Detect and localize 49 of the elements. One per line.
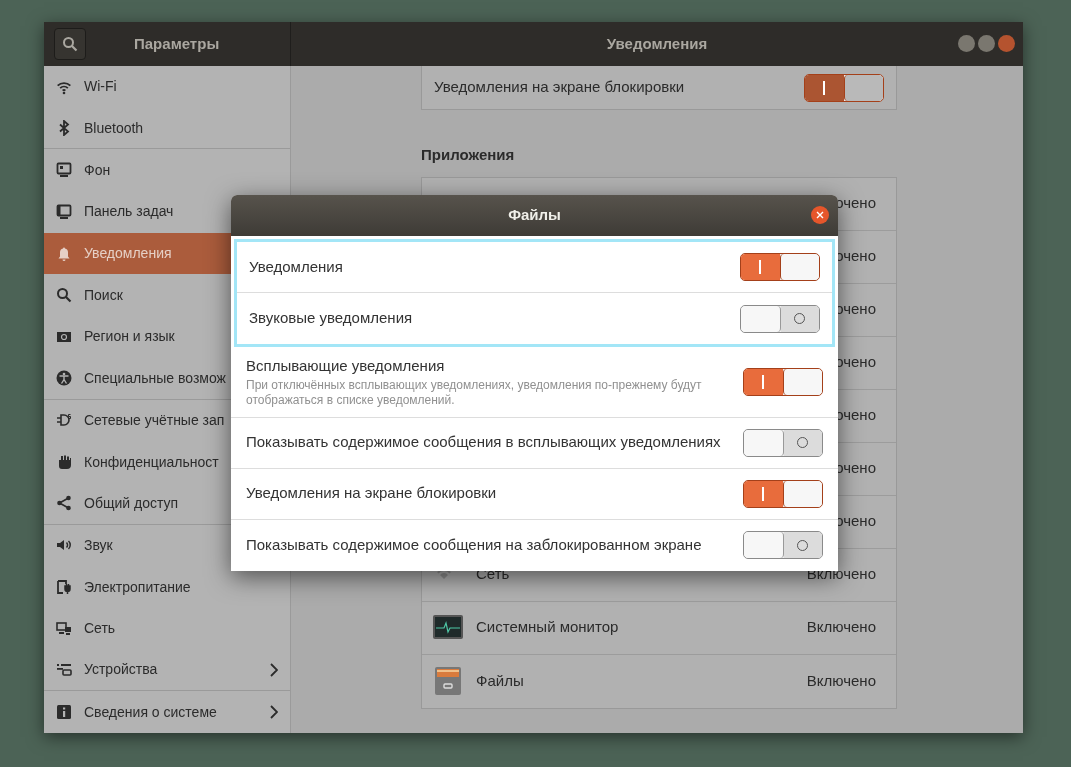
share-icon <box>56 495 72 512</box>
toggle-switch[interactable] <box>743 531 823 560</box>
toggle-switch[interactable] <box>804 73 884 102</box>
search-icon <box>62 36 78 52</box>
cabinet-icon <box>432 665 464 697</box>
info-icon <box>56 704 72 721</box>
panel-icon <box>56 203 72 220</box>
app-name: Системный монитор <box>476 617 620 638</box>
toggle-switch[interactable] <box>740 253 820 281</box>
computers-icon <box>56 620 72 637</box>
sidebar-item[interactable]: Сеть <box>44 607 290 650</box>
setting-label: Звуковые уведомления <box>249 308 414 329</box>
setting-label: Показывать содержимое сообщения в всплывающих уведомлениях <box>246 432 722 453</box>
app-status: Включено <box>806 617 876 638</box>
toggle-switch[interactable] <box>740 304 820 333</box>
chevron-icon <box>268 705 278 720</box>
search-icon <box>56 287 72 304</box>
power-plug-icon <box>56 579 72 596</box>
sidebar-item[interactable]: Bluetooth <box>44 107 290 150</box>
sidebar-item[interactable]: Панель задач <box>44 191 290 233</box>
section-heading: Приложения <box>421 145 515 165</box>
accessibility-icon <box>56 370 72 387</box>
bell-icon <box>56 245 72 262</box>
devices-icon <box>56 661 72 678</box>
sidebar-item[interactable]: Сведения о системе <box>44 691 290 733</box>
sidebar-item[interactable]: Фон <box>44 149 290 192</box>
search-button[interactable] <box>54 28 86 60</box>
sidebar-item[interactable]: Электропитание <box>44 566 290 608</box>
setting-label: Показывать содержимое сообщения на заблокированном экране <box>246 534 703 555</box>
sidebar-item[interactable]: Wi-Fi <box>44 66 290 108</box>
monitor-icon <box>56 162 72 179</box>
dialog-title: Файлы <box>508 205 561 226</box>
toggle-switch[interactable] <box>743 428 823 457</box>
key-plug-icon <box>56 412 72 429</box>
close-icon <box>815 210 825 220</box>
maximize-button[interactable] <box>978 35 995 52</box>
chevron-icon <box>268 662 278 677</box>
app-status: Включено <box>806 564 876 585</box>
sidebar-item[interactable]: Устройства <box>44 649 290 692</box>
window-title: Уведомления <box>606 33 708 54</box>
minimize-button[interactable] <box>958 35 975 52</box>
hand-icon <box>56 454 72 471</box>
sidebar-title: Параметры <box>134 33 220 54</box>
app-status: Включено <box>806 670 876 691</box>
app-name: Файлы <box>476 670 525 691</box>
toggle-switch[interactable] <box>743 367 823 396</box>
close-button[interactable] <box>811 206 829 224</box>
toggle-switch[interactable] <box>743 479 823 508</box>
setting-label: Уведомления на экране блокировки <box>434 77 685 98</box>
